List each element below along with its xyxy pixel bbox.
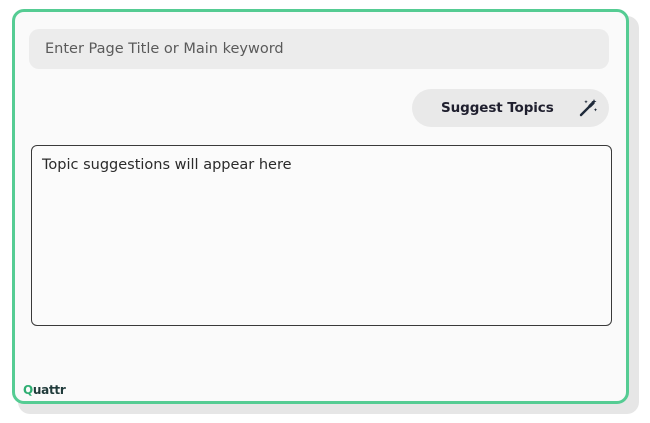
page-title-input[interactable] (29, 29, 609, 69)
topic-suggestions-output[interactable]: Topic suggestions will appear here (31, 145, 612, 326)
suggest-topics-label: Suggest Topics (441, 100, 554, 116)
widget-stage: Suggest Topics Topic suggestions will ap… (0, 0, 650, 423)
logo-q: Q (23, 383, 33, 397)
suggest-topics-button[interactable]: Suggest Topics (412, 89, 609, 127)
topic-suggester-card: Suggest Topics Topic suggestions will ap… (12, 9, 629, 404)
output-placeholder-text: Topic suggestions will appear here (42, 157, 292, 173)
magic-wand-icon (579, 99, 598, 117)
quattr-logo: Quattr (23, 383, 66, 397)
logo-rest: uattr (32, 383, 66, 397)
